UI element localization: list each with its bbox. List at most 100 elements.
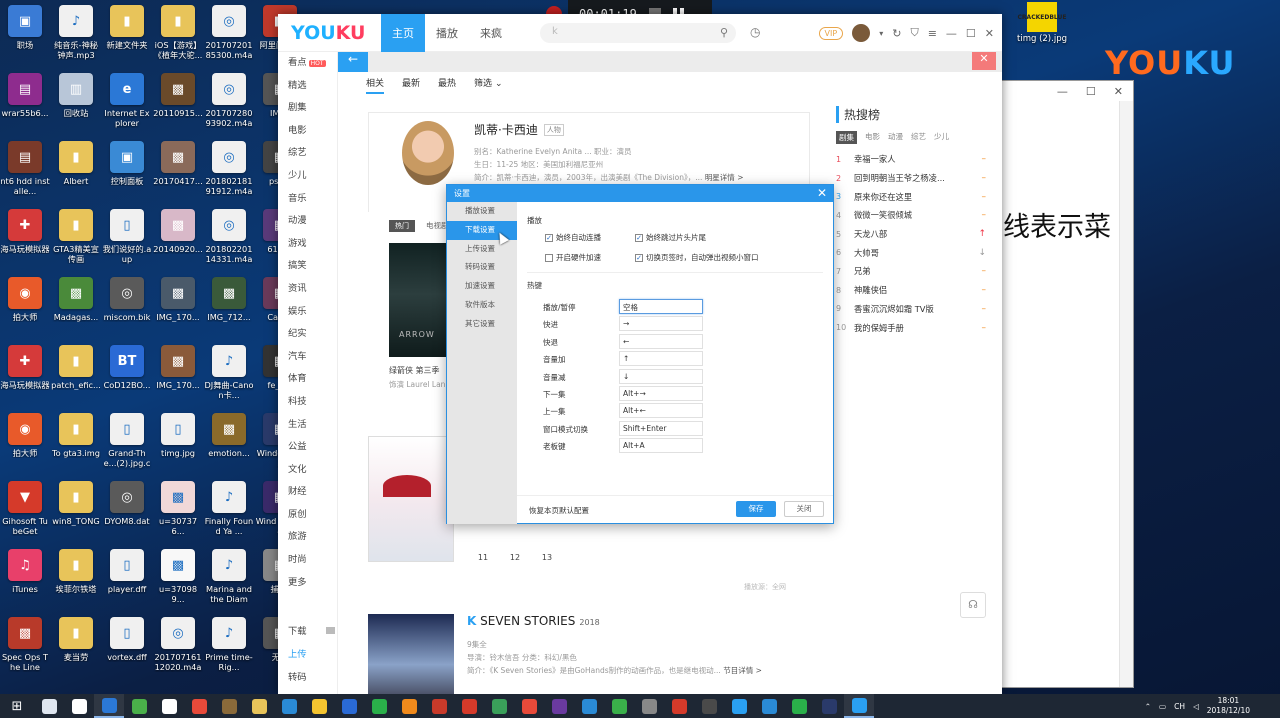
desktop-icon[interactable]: ▯ timg.jpg	[153, 410, 203, 478]
nav-item[interactable]: 公益	[278, 436, 337, 459]
desktop-icon[interactable]: e Internet Explorer	[102, 70, 152, 138]
desktop-icon[interactable]: ▮ 新建文件夹	[102, 2, 152, 70]
desktop-icon[interactable]: ▩ IMG_712...	[204, 274, 254, 342]
desktop-icon[interactable]: ▩ emotion...	[204, 410, 254, 478]
store-icon[interactable]	[154, 694, 184, 718]
tab-play[interactable]: 播放	[425, 14, 469, 52]
desktop-icon[interactable]: ▮ win8_TONG	[51, 478, 101, 546]
desktop-icon[interactable]: ▩ IMG_170...	[153, 342, 203, 410]
nav-item[interactable]: 纪实	[278, 323, 337, 346]
edge-icon[interactable]	[94, 694, 124, 718]
refresh-icon[interactable]: ↻	[892, 27, 901, 40]
search-icon[interactable]: ⚲	[720, 26, 728, 39]
nav-item[interactable]: 原创	[278, 504, 337, 527]
nav-item[interactable]: 文化	[278, 459, 337, 482]
desktop-icon[interactable]: ▩ Spec Ops The Line	[0, 614, 50, 682]
checkbox-option[interactable]: ✓ 始终自动连播	[545, 232, 601, 243]
folder-icon[interactable]	[394, 694, 424, 718]
detail-link[interactable]: 节目详情 >	[723, 666, 762, 675]
desktop-icon[interactable]: ◉ 拍大师	[0, 410, 50, 478]
task-view-icon[interactable]	[34, 694, 64, 718]
desktop-icon[interactable]: ▯ Grand-The...(2).jpg.crd...	[102, 410, 152, 478]
hot-search-item[interactable]: 4 微微一笑很倾城 –	[836, 206, 986, 225]
desktop-icon-timg[interactable]: CRACKEDBLUE timg (2).jpg	[1014, 2, 1070, 44]
desktop-icon[interactable]: ◎ 20170716112020.m4a	[153, 614, 203, 682]
tab-laifeng[interactable]: 来疯	[469, 14, 513, 52]
nav-item[interactable]: 时尚	[278, 549, 337, 572]
desktop-icon[interactable]: ▮ 埃菲尔铁塔	[51, 546, 101, 614]
hot-category-tab[interactable]: 少儿	[934, 131, 949, 144]
checkbox[interactable]: ✓	[635, 233, 643, 242]
settings-nav-item[interactable]: 上传设置	[447, 240, 517, 259]
person-name[interactable]: 凯蒂·卡西迪 人物	[474, 121, 564, 138]
settings-nav-item[interactable]: 软件版本	[447, 296, 517, 315]
close-button[interactable]: 关闭	[784, 501, 824, 517]
desktop-icon[interactable]: ♪ Finally Found Ya ...	[204, 478, 254, 546]
person-photo[interactable]	[402, 121, 454, 185]
ime-icon[interactable]	[754, 694, 784, 718]
hot-search-item[interactable]: 10 我的保姆手册 –	[836, 318, 986, 337]
avatar[interactable]	[852, 24, 871, 42]
clock[interactable]: 18:01 2018/12/10	[1207, 696, 1250, 716]
scrollbar[interactable]	[1119, 101, 1133, 687]
background-window[interactable]: — ☐ ✕ 线表示菜	[1000, 80, 1134, 688]
tab-hot[interactable]: 热门	[389, 220, 415, 232]
settings-nav-item[interactable]: 播放设置	[447, 202, 517, 221]
maximize-icon[interactable]: ☐	[966, 27, 976, 40]
windows-start-icon[interactable]: ⊞	[0, 694, 34, 718]
minimize-icon[interactable]: —	[1057, 85, 1068, 98]
nav-download[interactable]: 下载	[278, 620, 338, 643]
desktop-icon[interactable]: ▮ Albert	[51, 138, 101, 206]
desktop-icon[interactable]: ◎ 20180220114331.m4a	[204, 206, 254, 274]
nav-item[interactable]: 看点 HOT	[278, 52, 337, 75]
back-button[interactable]: ←	[338, 52, 368, 72]
nav-item[interactable]: 电影	[278, 120, 337, 143]
dropdown-icon[interactable]: ▾	[879, 29, 883, 38]
chrome-icon[interactable]	[304, 694, 334, 718]
video-icon[interactable]	[544, 694, 574, 718]
desktop-icon[interactable]: ✚ 海马玩模拟器	[0, 342, 50, 410]
desktop-icon[interactable]: ◎ DYOM8.dat	[102, 478, 152, 546]
hotkey-input[interactable]: ↓	[619, 368, 703, 384]
desktop-icon[interactable]: ◎ miscom.bik	[102, 274, 152, 342]
checkbox-option[interactable]: ✓ 切换页签时，自动弹出视频小窗口	[635, 252, 759, 263]
hotkey-input[interactable]: Alt+→	[619, 386, 703, 401]
close-icon[interactable]: ✕	[817, 186, 827, 200]
checkbox[interactable]: ✓	[635, 253, 643, 262]
k-anime-thumbnail[interactable]	[368, 436, 454, 562]
filter-related[interactable]: 相关	[366, 76, 385, 94]
nav-item[interactable]: 综艺	[278, 142, 337, 165]
search-input[interactable]: k ⚲	[540, 23, 736, 43]
youku-icon[interactable]	[844, 694, 874, 718]
app-icon[interactable]	[274, 694, 304, 718]
checkbox-option[interactable]: ✓ 始终跳过片头片尾	[635, 232, 706, 243]
episode-button[interactable]: 13	[531, 548, 563, 568]
nav-item[interactable]: 财经	[278, 481, 337, 504]
network-icon[interactable]: ▭	[1159, 702, 1166, 711]
k7-thumbnail[interactable]	[368, 614, 454, 694]
weibo-icon[interactable]	[184, 694, 214, 718]
desktop-icon[interactable]: ◎ 20170728093902.m4a	[204, 70, 254, 138]
calc-icon[interactable]	[694, 694, 724, 718]
hot-search-item[interactable]: 7 兄弟 –	[836, 262, 986, 281]
checkbox[interactable]: ✓	[545, 233, 553, 242]
show-title[interactable]: 绿箭侠 第三季	[389, 365, 440, 376]
filter-latest[interactable]: 最新	[402, 76, 420, 94]
desktop-icon[interactable]: ▩ IMG_170...	[153, 274, 203, 342]
media-icon[interactable]	[484, 694, 514, 718]
hotkey-input[interactable]: Alt+←	[619, 403, 703, 419]
mail-icon[interactable]	[664, 694, 694, 718]
p-icon[interactable]	[514, 694, 544, 718]
hotkey-input[interactable]: Alt+A	[619, 438, 703, 454]
hotkey-input[interactable]: Shift+Enter	[619, 420, 703, 436]
desktop-icon[interactable]: ▩ 20170417...	[153, 138, 203, 206]
iqiyi-icon[interactable]	[784, 694, 814, 718]
explorer-icon[interactable]	[244, 694, 274, 718]
maximize-icon[interactable]: ☐	[1086, 85, 1096, 98]
desktop-icon[interactable]: ♪ Prime time-Rig...	[204, 614, 254, 682]
hot-search-item[interactable]: 1 幸福一家人 –	[836, 150, 986, 169]
nav-transcode[interactable]: 转码	[278, 666, 338, 689]
history-icon[interactable]: ◷	[750, 25, 760, 39]
desktop-icon[interactable]: ◉ 拍大师	[0, 274, 50, 342]
minimize-icon[interactable]: —	[946, 27, 957, 40]
